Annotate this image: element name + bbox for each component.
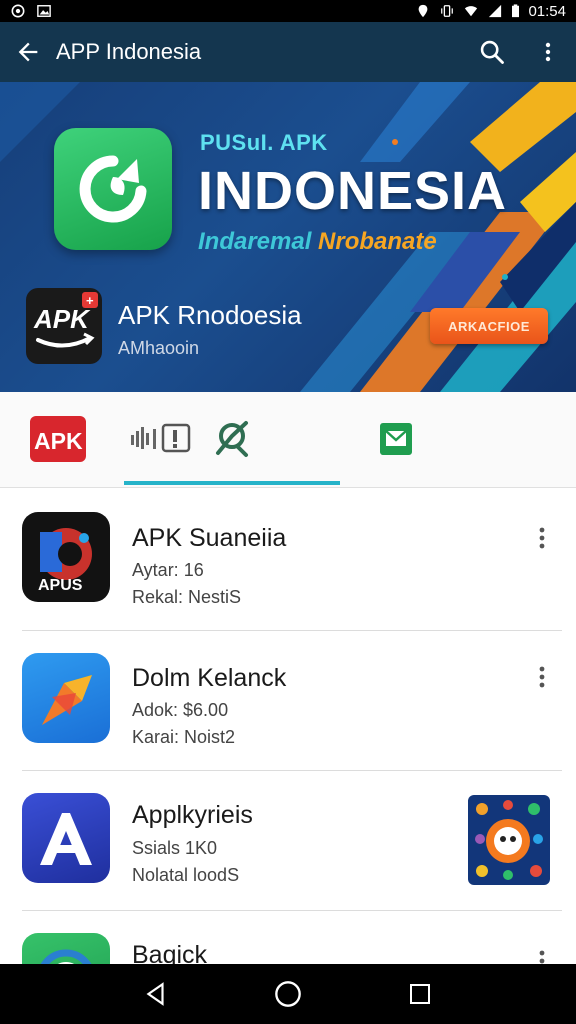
apk-amazon-logo-icon: APK + [33,292,98,348]
status-bar: 01:54 [0,0,576,22]
banner-kicker: PUSuI. APK [200,130,328,155]
notification-icon [11,4,25,18]
apk-logo-icon: APK [30,416,86,462]
banner-app-logo [54,128,172,250]
banner-subtitle-part-b: Nrobanate [318,228,437,255]
app-name: Dolm Kelanck [132,664,287,692]
app-meta-1: Ssials 1K0 [132,838,218,858]
search-button[interactable] [464,22,520,82]
app-name: Baqick [132,941,208,964]
app-name: APK Suaneiia [132,524,287,552]
location-icon [419,4,428,18]
nav-recents-button[interactable] [390,964,450,1024]
app-meta-2: Karai: Noist2 [132,727,236,747]
app-meta-1: Adok: $6.00 [132,700,229,720]
image-icon [37,5,51,17]
kite-app-icon [22,653,110,743]
item-overflow-button[interactable] [526,945,558,964]
nav-home-icon [275,981,301,1007]
list-item[interactable]: Dolm Kelanck Adok: $6.00 Karai: Noist2 [0,631,576,771]
banner-subtitle: Indaremal Nrobanate [198,228,437,256]
tab-explore[interactable] [124,392,340,486]
mail-icon [380,423,412,455]
app-meta-2: Rekal: NestiS [132,587,242,607]
nav-back-icon [146,982,164,1006]
game-thumbnail-icon[interactable] [468,795,550,885]
back-button[interactable] [0,22,56,82]
more-vert-icon [539,950,545,964]
tab-selected-indicator [124,481,340,485]
refresh-leaf-icon [79,155,147,223]
nav-home-button[interactable] [258,964,318,1024]
tab-messages[interactable] [366,392,426,486]
signal-icon [489,4,502,18]
banner-app-subtitle: AMhaooin [118,338,200,358]
apk-logo-text: APK [33,304,91,334]
app-bar-title: APP Indonesia [56,39,202,64]
list-item[interactable]: Applkyrieis Ssials 1K0 Nolatal loodS [0,771,576,911]
more-vert-icon [539,527,545,549]
featured-banner[interactable]: PUSuI. APK INDONESIA Indaremal Nrobanate… [0,82,576,392]
nav-recents-icon [410,984,430,1004]
list-item[interactable]: APUS APK Suaneiia Aytar: 16 Rekal: Nesti… [0,490,576,630]
vibrate-icon [441,5,454,17]
status-time: 01:54 [528,2,566,20]
apk-logo-badge: + [86,293,94,308]
circle-app-icon [22,933,110,964]
app-name: Applkyrieis [132,801,253,829]
tab-apk[interactable]: APK [20,392,100,486]
app-meta-2: Nolatal loodS [132,865,240,885]
apus-icon-label: APUS [38,577,83,594]
banner-title: INDONESIA [198,161,508,221]
app-meta-1: Aytar: 16 [132,560,204,580]
list-item[interactable]: Baqick [0,911,576,964]
banner-cta-button[interactable]: ARKACFIOE [430,308,548,344]
arrow-back-icon [18,42,38,62]
system-nav-bar [0,964,576,1024]
search-icon [480,40,504,64]
tab-apk-label: APK [34,428,83,454]
item-overflow-button[interactable] [526,522,558,554]
more-vert-icon [539,666,545,688]
a-letter-app-icon [22,793,110,883]
category-tabs: APK [0,392,576,488]
battery-icon [512,4,520,18]
more-vert-icon [545,42,551,62]
banner-app-name: APK Rnodoesia [118,300,302,330]
wifi-icon [465,6,478,17]
item-overflow-button[interactable] [526,661,558,693]
banner-apk-logo: APK + [26,288,102,364]
banner-subtitle-part-a: Indaremal [198,228,319,255]
apus-app-icon: APUS [22,512,110,602]
explore-icon [216,421,248,457]
nav-back-button[interactable] [126,964,186,1024]
overflow-menu-button[interactable] [520,22,576,82]
app-bar: APP Indonesia [0,22,576,82]
